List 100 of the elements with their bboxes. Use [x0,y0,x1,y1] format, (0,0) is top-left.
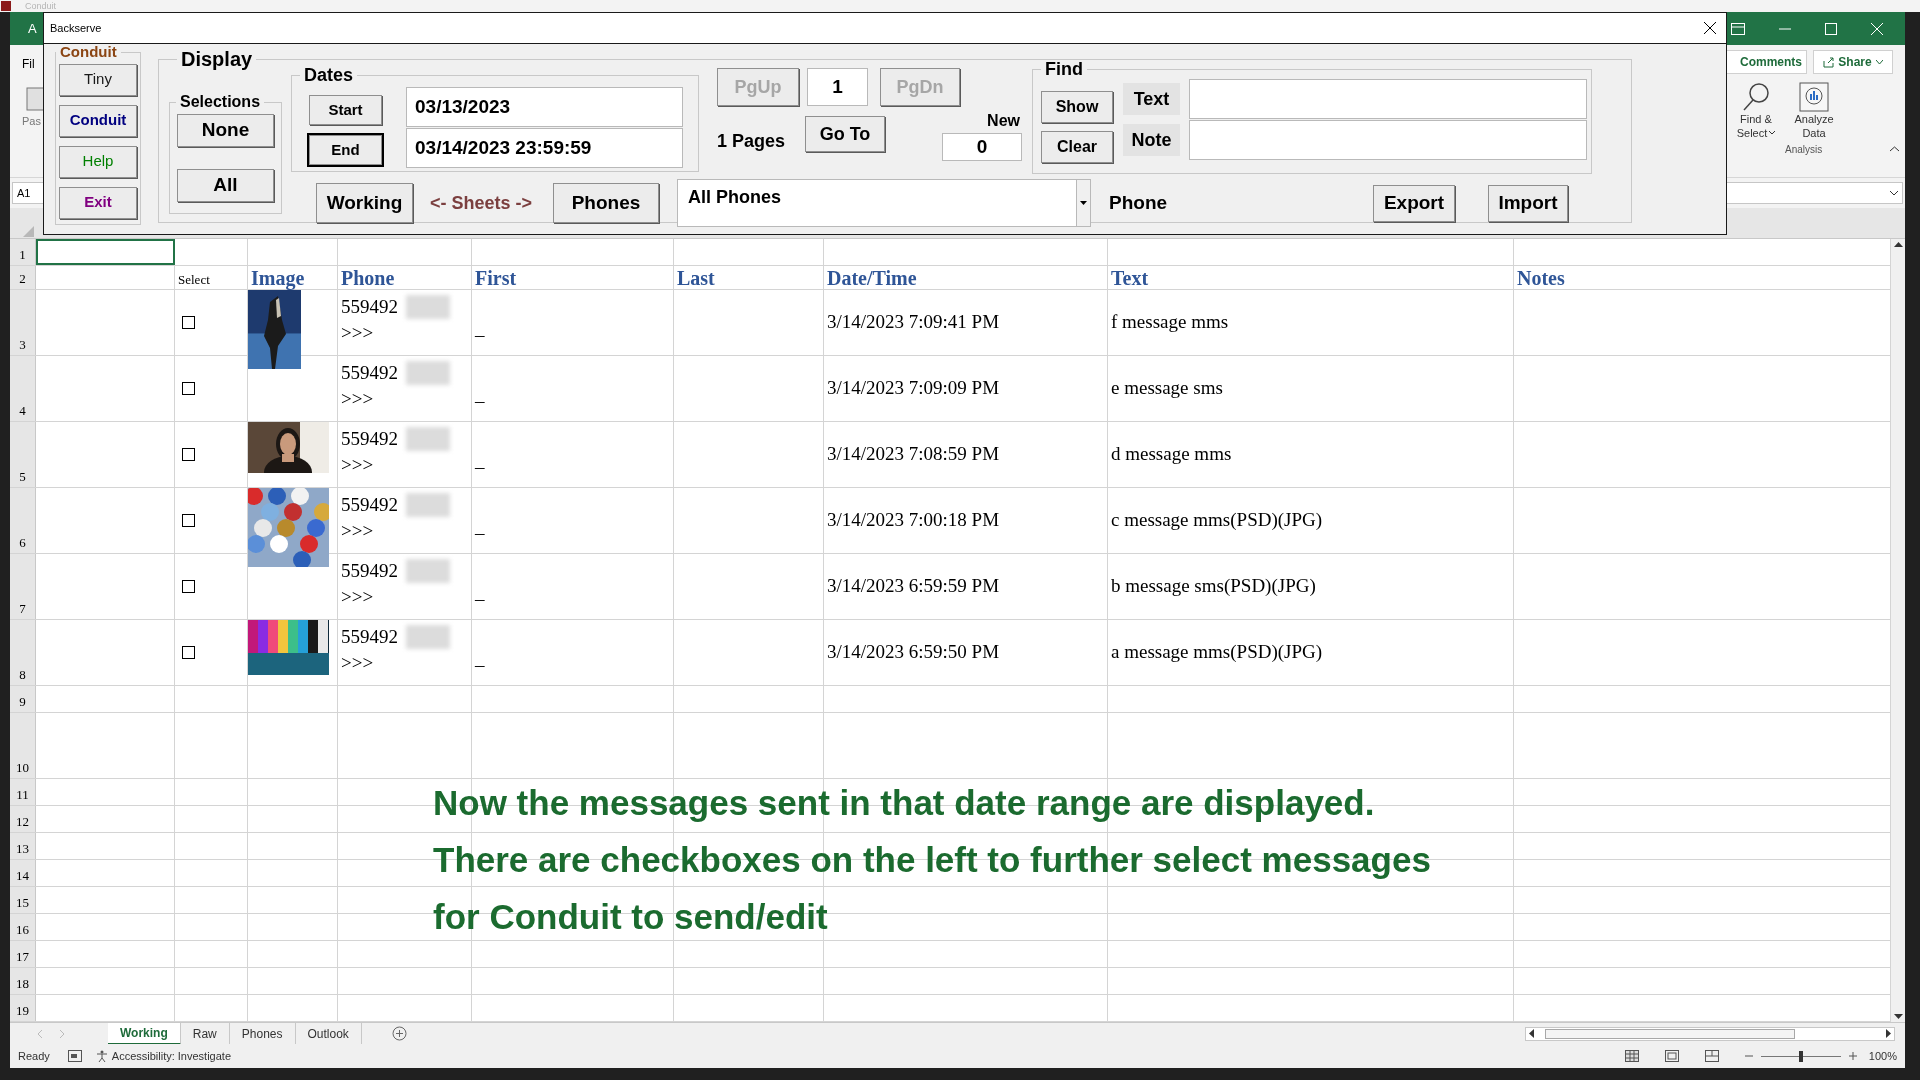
row-number[interactable]: 12 [10,806,36,832]
row-number[interactable]: 16 [10,914,36,940]
phone-dropdown[interactable]: All Phones [677,179,1091,227]
column-heading: Notes [1517,267,1565,289]
macro-icon[interactable] [67,1050,82,1062]
scroll-thumb[interactable] [1545,1028,1795,1039]
scroll-up-icon[interactable] [1893,241,1903,247]
app-icon [1,1,11,11]
maximize-icon[interactable] [1825,22,1837,35]
scroll-left-icon[interactable] [1528,1029,1534,1038]
normal-view-icon[interactable] [1624,1050,1639,1062]
annotation-text: for Conduit to send/edit [433,896,829,938]
menu-item[interactable]: Fil [22,55,46,73]
go-to-button[interactable]: Go To [805,116,885,152]
scroll-right-icon[interactable] [1886,1029,1892,1038]
selection-button[interactable]: All [177,169,274,202]
clear-button[interactable]: Clear [1041,131,1113,163]
row-number[interactable]: 11 [10,779,36,805]
row-number[interactable]: 3 [10,290,36,355]
checkbox[interactable] [182,646,195,659]
share-icon [1823,56,1835,68]
caret-icon [1875,59,1883,65]
page-break-icon[interactable] [1704,1050,1719,1062]
slider-thumb[interactable] [1798,1050,1803,1062]
new-label: New [987,111,1020,131]
date-button[interactable]: End [309,135,382,165]
row-number[interactable]: 1 [10,239,36,265]
scroll-down-icon[interactable] [1893,1014,1903,1020]
minimize-icon[interactable] [1779,27,1791,30]
ribbon-display-icon[interactable] [1731,22,1745,35]
table-cell-text: _ [475,581,485,606]
column-heading: Phone [341,267,395,289]
selected-cell[interactable] [36,239,175,265]
sheet-tab[interactable]: Working [108,1022,181,1045]
page-field[interactable]: 1 [807,68,868,106]
table-cell-text: _ [475,317,485,342]
more-link[interactable]: >>> [341,650,374,676]
date-button[interactable]: Start [309,95,382,125]
nav-button[interactable]: Tiny [59,63,137,96]
comments-button[interactable]: Comments [1725,50,1807,74]
row-number[interactable]: 8 [10,620,36,685]
date-field[interactable]: 03/14/2023 23:59:59 [406,128,683,168]
row-number[interactable]: 6 [10,488,36,553]
row-number[interactable]: 9 [10,686,36,712]
blurred-area [406,295,450,319]
share-button[interactable]: Share [1813,50,1893,74]
nav-button[interactable]: Conduit [59,104,137,137]
group-label: Conduit [59,42,118,62]
page-layout-icon[interactable] [1664,1050,1679,1062]
vertical-scrollbar[interactable] [1891,239,1905,1022]
more-link[interactable]: >>> [341,518,374,544]
accessibility-icon[interactable] [95,1050,108,1062]
checkbox[interactable] [182,514,195,527]
sheet-button[interactable]: Working [316,183,413,223]
zoom-slider[interactable] [1758,1050,1843,1062]
more-link[interactable]: >>> [341,320,374,346]
checkbox[interactable] [182,316,195,329]
more-link[interactable]: >>> [341,584,374,610]
search-field[interactable] [1189,79,1587,119]
row-number[interactable]: 14 [10,860,36,886]
more-link[interactable]: >>> [341,386,374,412]
export-button[interactable]: Export [1373,184,1455,222]
collapse-icon[interactable] [1890,145,1899,152]
more-link[interactable]: >>> [341,452,374,478]
group-label: Find [1044,58,1084,81]
table-cell-text: 3/14/2023 7:08:59 PM [827,442,1000,467]
status-text[interactable]: Accessibility: Investigate [111,1047,231,1065]
row-number[interactable]: 4 [10,356,36,421]
row-number[interactable]: 7 [10,554,36,619]
horizontal-scrollbar[interactable] [1525,1026,1895,1041]
checkbox[interactable] [182,580,195,593]
row-number[interactable]: 15 [10,887,36,913]
show-button[interactable]: Show [1041,91,1113,123]
annotation-text: There are checkboxes on the left to further select messages [433,839,1431,881]
row-number[interactable]: 5 [10,422,36,487]
find-select-button[interactable]: Find & Select [1731,82,1781,140]
selection-button[interactable]: None [177,114,274,147]
dialog-title: Backserve [50,20,102,36]
row-number[interactable]: 13 [10,833,36,859]
search-field[interactable] [1189,120,1587,160]
checkbox[interactable] [182,382,195,395]
nav-button[interactable]: Exit [59,186,137,219]
checkbox[interactable] [182,448,195,461]
clipboard-icon[interactable] [26,85,46,111]
date-field[interactable]: 03/13/2023 [406,87,683,127]
row-number[interactable]: 10 [10,713,36,778]
zoom-in-icon[interactable] [1848,1052,1857,1060]
add-sheet-icon[interactable] [391,1026,407,1041]
table-cell-text: d message mms [1111,442,1232,467]
row-number[interactable]: 2 [10,266,36,289]
table-cell-text: _ [475,515,485,540]
analyze-data-button[interactable]: Analyze Data [1789,82,1839,140]
close-icon[interactable] [1704,22,1716,34]
sheet-button[interactable]: Phones [553,183,659,223]
row-number[interactable]: 17 [10,941,36,967]
nav-button[interactable]: Help [59,145,137,178]
row-number[interactable]: 19 [10,995,36,1021]
import-button[interactable]: Import [1488,184,1568,222]
row-number[interactable]: 18 [10,968,36,994]
new-count-field[interactable]: 0 [942,133,1022,161]
